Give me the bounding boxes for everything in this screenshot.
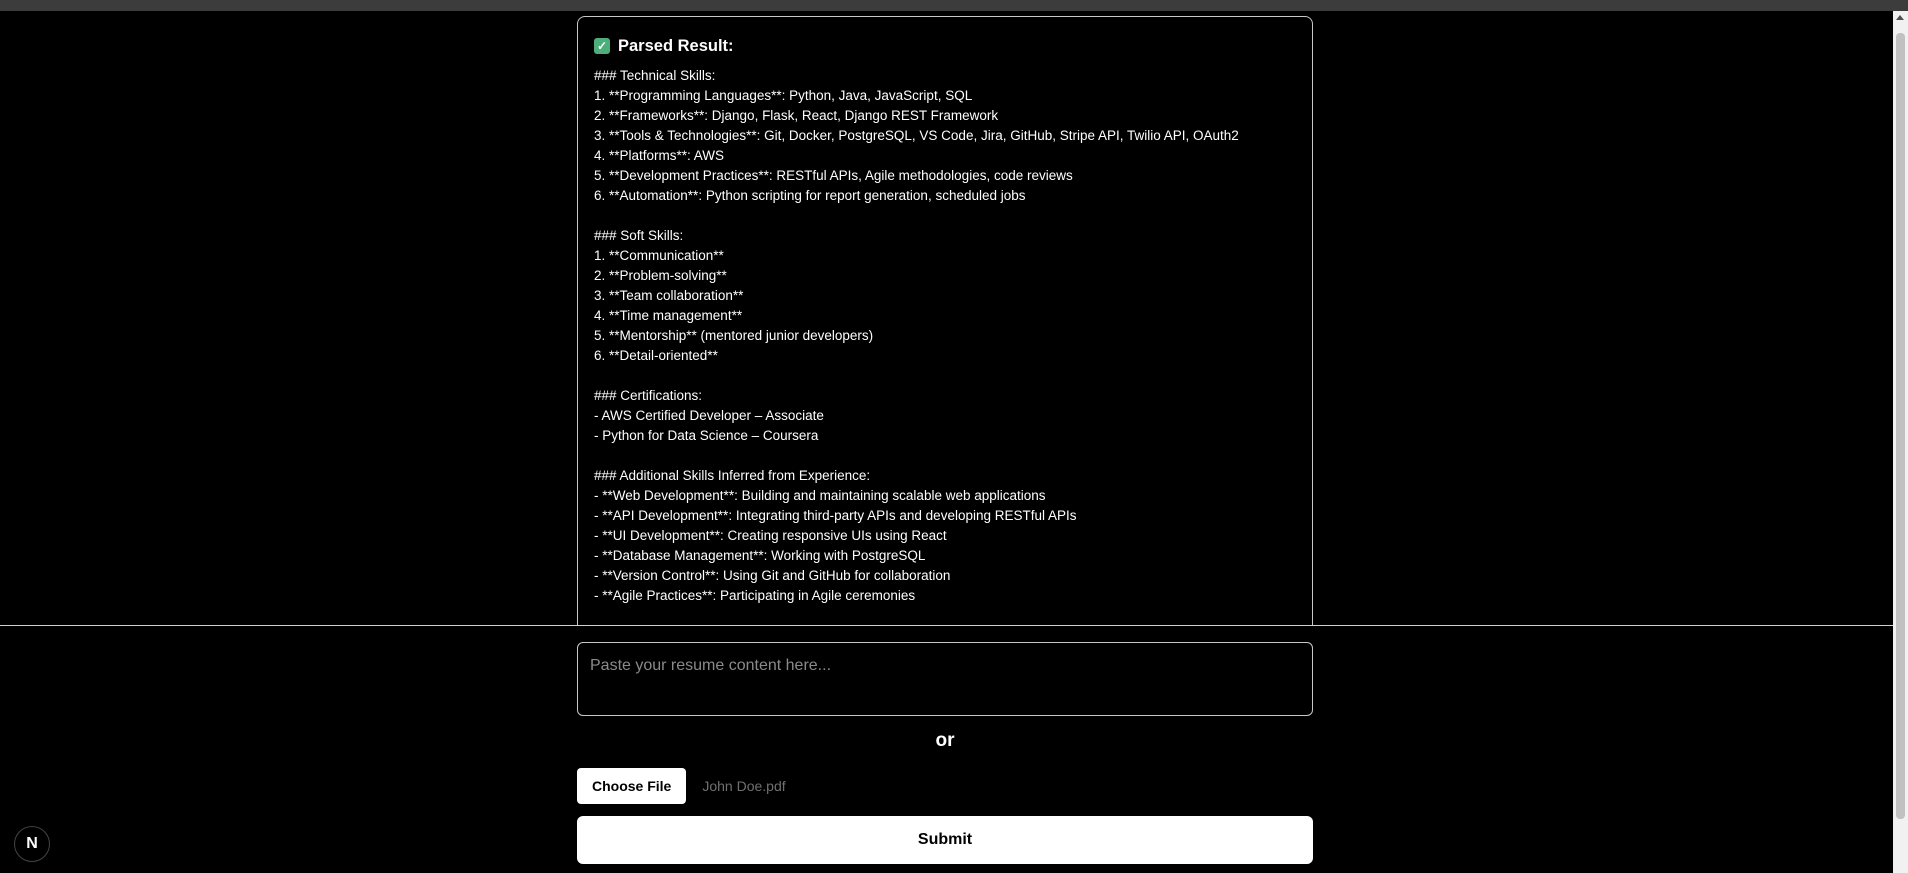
browser-top-bar (0, 0, 1908, 11)
nextjs-logo-icon[interactable]: N (14, 826, 50, 862)
selected-file-name: John Doe.pdf (702, 778, 786, 794)
scrollbar-thumb[interactable] (1896, 33, 1905, 819)
nextjs-logo-letter: N (26, 835, 38, 852)
resume-content-input[interactable] (577, 642, 1313, 716)
parsed-result-header: ✓ Parsed Result: (594, 35, 1296, 57)
parsed-result-content: ### Technical Skills: 1. **Programming L… (594, 68, 1239, 603)
parsed-result-panel: ✓ Parsed Result: ### Technical Skills: 1… (577, 16, 1313, 656)
checkmark-icon: ✓ (594, 38, 610, 54)
vertical-scrollbar[interactable] (1893, 11, 1908, 873)
scroll-up-arrow-icon[interactable] (1896, 15, 1904, 20)
or-separator: or (935, 730, 955, 751)
file-upload-row: Choose File John Doe.pdf (577, 768, 786, 804)
parsed-result-title: Parsed Result: (618, 36, 734, 55)
choose-file-button[interactable]: Choose File (577, 768, 687, 804)
submit-button[interactable]: Submit (577, 816, 1313, 864)
